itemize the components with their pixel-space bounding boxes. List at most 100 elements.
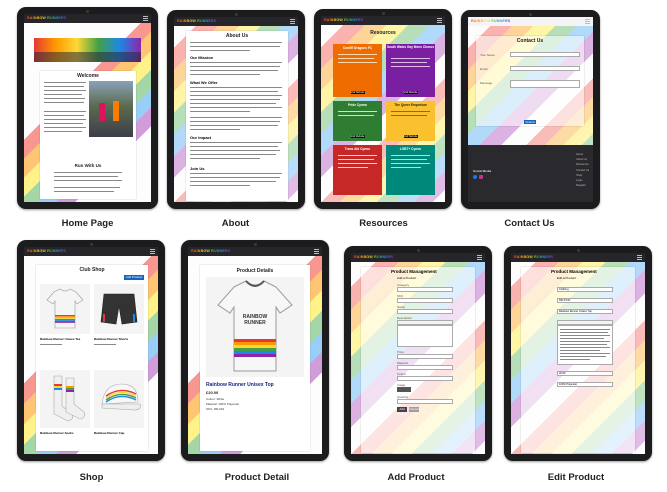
home-screen[interactable]: RAINBOW RUNNERS Welcome Run With Us — [24, 14, 151, 202]
product-name: Rainbow Runner Unisex Top — [206, 382, 274, 388]
edit-product-screen[interactable]: RAINBOW RUNNERS Product Management Edit … — [511, 253, 645, 454]
shirt-print-text: RAINBOW RUNNER — [242, 314, 268, 326]
menu-icon[interactable] — [437, 18, 442, 23]
instagram-icon[interactable] — [479, 175, 483, 179]
resource-card: The Queer Emporium Visit Website — [386, 101, 435, 141]
menu-icon[interactable] — [143, 16, 148, 21]
caption-contact-us: Contact Us — [504, 218, 555, 229]
tablet-frame: RAINBOW RUNNERS Club Shop Add Product Ra… — [17, 240, 165, 461]
price-input[interactable] — [397, 354, 453, 359]
menu-icon[interactable] — [314, 249, 319, 254]
product-name[interactable]: Rainbow Runner Unisex Tee — [40, 337, 80, 341]
shop-screen[interactable]: RAINBOW RUNNERS Club Shop Add Product Ra… — [24, 247, 158, 454]
section-heading: Our Impact — [190, 135, 212, 140]
menu-icon[interactable] — [585, 19, 590, 24]
tablet-frame: RAINBOW RUNNERS Contact Us Your Name Ema… — [461, 10, 600, 209]
caption-home-page: Home Page — [61, 218, 114, 229]
product-sku: SKU: RR-001 — [206, 407, 225, 411]
name-input[interactable] — [397, 309, 453, 314]
resource-card-title: The Queer Emporium — [394, 103, 427, 107]
brand-logo[interactable]: RAINBOW RUNNERS — [27, 249, 66, 253]
menu-icon[interactable] — [290, 19, 295, 24]
name-input[interactable]: Rainbow Runner Unisex Top — [557, 309, 613, 314]
brand-logo[interactable]: RAINBOW RUNNERS — [177, 19, 216, 23]
message-input[interactable] — [510, 80, 580, 88]
description-editor[interactable] — [557, 325, 613, 365]
visit-website-button[interactable]: Visit Website — [403, 135, 418, 138]
submit-button[interactable]: Submit — [524, 120, 536, 124]
category-select[interactable]: Clothing — [557, 287, 613, 292]
social-heading: Social Media — [473, 169, 492, 173]
product-name[interactable]: Rainbow Runner Shorts — [94, 337, 128, 341]
visit-website-button[interactable]: Visit Website — [403, 91, 418, 94]
footer-link[interactable]: Resources — [576, 162, 589, 167]
description-editor[interactable] — [397, 325, 453, 347]
brand-logo[interactable]: RAINBOW RUNNERS — [354, 255, 393, 259]
email-input[interactable] — [510, 66, 580, 71]
name-input[interactable] — [510, 52, 580, 57]
brand-logo[interactable]: RAINBOW RUNNERS — [191, 249, 230, 253]
home-content-panel: Welcome Run With Us — [40, 71, 136, 199]
caption-add-product: Add Product — [387, 472, 445, 483]
add-product-button[interactable]: Add Product — [124, 275, 144, 280]
price-input[interactable]: 20.00 — [557, 371, 613, 376]
material-input[interactable]: 100% Polyester — [557, 382, 613, 387]
tablet-frame: RAINBOW RUNNERS Product Management Edit … — [504, 246, 652, 461]
menu-icon[interactable] — [637, 255, 642, 260]
quantity-input[interactable] — [397, 399, 453, 404]
add-product-submit[interactable]: Add Product — [397, 407, 407, 416]
product-detail-screen[interactable]: RAINBOW RUNNERS Product Details RAINBOW … — [188, 247, 322, 454]
facebook-icon[interactable] — [473, 175, 477, 179]
field-label: Message — [480, 81, 493, 85]
sku-input[interactable]: RR-ST-01 — [557, 298, 613, 303]
product-hero-image: RAINBOW RUNNER — [206, 277, 304, 377]
shop-panel: Club Shop Add Product Rainbow Runner Uni… — [36, 265, 148, 451]
product-name[interactable]: Rainbow Runner Cap — [94, 431, 124, 435]
form-title: Product Management — [551, 269, 597, 274]
product-name[interactable]: Rainbow Runner Socks — [40, 431, 74, 435]
menu-icon[interactable] — [150, 249, 155, 254]
menu-icon[interactable] — [477, 255, 482, 260]
about-screen[interactable]: RAINBOW RUNNERS About Us Our Mission Wha… — [174, 17, 298, 202]
brand-logo[interactable]: RAINBOW RUNNERS — [324, 18, 363, 22]
footer-links: Home About Us Resources Contact Us Shop … — [576, 152, 589, 188]
product-image[interactable] — [94, 370, 144, 428]
edit-product-form: Product Management Edit a Product Clothi… — [521, 267, 635, 453]
tablet-frame: RAINBOW RUNNERS Resources Cardiff Dragon… — [314, 9, 452, 209]
colour-input[interactable] — [397, 376, 453, 381]
add-product-screen[interactable]: RAINBOW RUNNERS Product Management Add a… — [351, 253, 485, 454]
brand-logo[interactable]: RAINBOW RUNNERS — [514, 255, 553, 259]
product-price: £20.00 — [206, 390, 219, 395]
about-title: About Us — [225, 33, 249, 39]
resource-card-title: Cardiff Dragons FC — [342, 46, 373, 50]
section-heading: Our Mission — [190, 55, 214, 60]
run-with-us-heading: Run With Us — [74, 163, 102, 168]
product-image[interactable] — [94, 284, 144, 334]
caption-edit-product: Edit Product — [547, 472, 605, 483]
add-product-form: Product Management Add a Product Categor… — [361, 267, 475, 453]
footer-link[interactable]: Register — [576, 183, 589, 188]
resource-card: Trans Aid Cymru — [333, 145, 382, 195]
select-image-button[interactable] — [397, 387, 411, 392]
cancel-button[interactable]: Cancel — [409, 407, 419, 412]
resource-card: LGBT+ Cymru — [386, 145, 435, 195]
brand-logo[interactable]: RAINBOW RUNNERS — [27, 16, 66, 20]
visit-website-button[interactable]: Visit Website — [350, 91, 365, 94]
contact-screen[interactable]: RAINBOW RUNNERS Contact Us Your Name Ema… — [468, 17, 593, 202]
resource-card-title: LGBT+ Cymru — [399, 147, 422, 151]
resources-title: Resources — [370, 30, 396, 36]
material-input[interactable] — [397, 365, 453, 370]
product-image[interactable] — [40, 284, 90, 334]
about-content-panel: About Us Our Mission What We Offer Our I… — [186, 31, 288, 201]
contact-form: Contact Us Your Name Email Message Submi… — [476, 36, 584, 126]
resources-screen[interactable]: RAINBOW RUNNERS Resources Cardiff Dragon… — [321, 16, 445, 202]
product-image[interactable] — [40, 370, 90, 428]
form-title: Product Management — [391, 269, 437, 274]
visit-website-button[interactable]: Visit Website — [350, 135, 365, 138]
brand-logo[interactable]: RAINBOW RUNNERS — [471, 19, 510, 23]
sku-input[interactable] — [397, 298, 453, 303]
caption-product-detail: Product Detail — [224, 472, 290, 483]
site-footer: Social Media Home About Us Resources Con… — [468, 145, 593, 202]
category-select[interactable] — [397, 287, 453, 292]
field-label: Email — [480, 67, 488, 71]
